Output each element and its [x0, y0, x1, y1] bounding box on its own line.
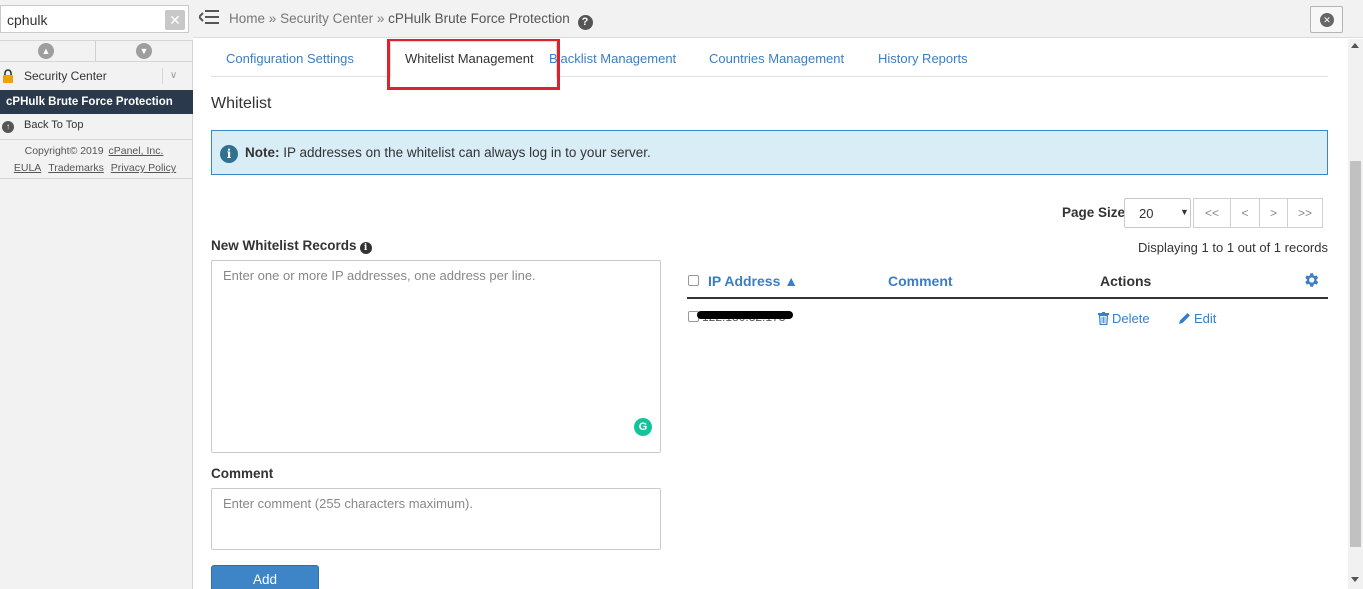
copyright: Copyright© 2019 cPanel, Inc.: [0, 145, 190, 157]
edit-label: Edit: [1194, 311, 1217, 326]
page-size-value: 20: [1139, 206, 1154, 221]
pencil-icon: [1179, 313, 1190, 324]
breadcrumb-home[interactable]: Home: [229, 11, 265, 26]
breadcrumb-separator: »: [268, 11, 277, 26]
page-size-label: Page Size: [1062, 205, 1126, 220]
tab-blacklist-management[interactable]: Blacklist Management: [549, 51, 676, 66]
table-row: 122.180.32.173 Delete Edit: [687, 301, 1328, 335]
sidebar-footer: Copyright© 2019 cPanel, Inc. EULA Tradem…: [0, 141, 193, 179]
chevron-down-icon[interactable]: ▼: [136, 43, 152, 59]
trash-icon: [1098, 312, 1109, 326]
chevron-down-icon[interactable]: ∨: [162, 68, 184, 84]
scrollbar-thumb[interactable]: [1350, 161, 1361, 547]
info-icon[interactable]: i: [359, 242, 372, 254]
privacy-policy-link[interactable]: Privacy Policy: [111, 162, 176, 174]
select-all-checkbox[interactable]: [688, 275, 699, 286]
tab-history-reports[interactable]: History Reports: [878, 51, 968, 66]
ip-address-column-header[interactable]: IP Address ▲: [708, 273, 798, 289]
page-scrollbar[interactable]: [1348, 39, 1363, 589]
grammarly-icon[interactable]: G: [634, 418, 652, 436]
footer-links: EULA Trademarks Privacy Policy: [0, 162, 190, 174]
search-input[interactable]: [0, 5, 189, 33]
page-title: Whitelist: [211, 95, 272, 112]
breadcrumb: Home » Security Center » cPHulk Brute Fo…: [229, 11, 593, 30]
top-bar: Home » Security Center » cPHulk Brute Fo…: [193, 0, 1363, 38]
comment-label: Comment: [211, 466, 274, 481]
sidebar-scroll-controls: ▲ ▼: [0, 40, 193, 62]
cpanel-link[interactable]: cPanel, Inc.: [109, 145, 164, 157]
sidebar: ✕ ▲ ▼ Security Center ∨ cPHulk Brute For…: [0, 0, 193, 589]
note-text: Note: IP addresses on the whitelist can …: [245, 145, 651, 160]
scroll-up-arrow[interactable]: [1351, 43, 1359, 48]
sidebar-search: ✕: [0, 0, 193, 40]
back-to-top-label: Back To Top: [24, 119, 84, 131]
note-message: IP addresses on the whitelist can always…: [283, 145, 651, 160]
close-icon[interactable]: ✕: [165, 10, 185, 30]
tab-configuration-settings[interactable]: Configuration Settings: [226, 51, 354, 66]
copyright-text: Copyright© 2019: [24, 145, 104, 157]
highlight-box: [387, 39, 560, 90]
sidebar-item-security-center[interactable]: Security Center ∨: [0, 63, 193, 89]
arrow-up-icon: ↑: [2, 121, 14, 133]
breadcrumb-current: cPHulk Brute Force Protection: [388, 11, 570, 26]
delete-label: Delete: [1112, 311, 1150, 326]
page-size-select[interactable]: 20 ▼: [1124, 198, 1191, 228]
comment-textarea[interactable]: [211, 488, 661, 550]
main-content: Configuration Settings Whitelist Managem…: [193, 39, 1348, 589]
close-icon: ✕: [1320, 13, 1334, 27]
add-button[interactable]: Add: [211, 565, 319, 589]
records-count: Displaying 1 to 1 out of 1 records: [1137, 240, 1328, 255]
edit-link[interactable]: Edit: [1178, 311, 1216, 326]
close-button[interactable]: ✕: [1310, 6, 1343, 33]
sidebar-item-cphulk[interactable]: cPHulk Brute Force Protection: [0, 90, 193, 114]
lock-icon: [3, 69, 13, 83]
prev-page-button[interactable]: <: [1230, 198, 1260, 228]
help-icon[interactable]: ?: [577, 15, 593, 30]
back-to-top[interactable]: ↑ Back To Top: [0, 114, 193, 140]
new-records-label-text: New Whitelist Records: [211, 238, 357, 253]
last-page-button[interactable]: >>: [1287, 198, 1323, 228]
actions-column-header: Actions: [1100, 273, 1152, 289]
eula-link[interactable]: EULA: [14, 162, 41, 174]
note-label: Note:: [245, 145, 280, 160]
table-header: IP Address ▲ Comment Actions: [687, 267, 1328, 299]
breadcrumb-security-center[interactable]: Security Center: [280, 11, 373, 26]
sidebar-item-label: Security Center: [24, 69, 107, 83]
trademarks-link[interactable]: Trademarks: [48, 162, 104, 174]
comment-column-header[interactable]: Comment: [888, 273, 953, 289]
caret-down-icon: ▼: [1180, 207, 1189, 217]
gear-icon[interactable]: [1302, 271, 1320, 289]
delete-link[interactable]: Delete: [1098, 311, 1150, 326]
collapse-menu-icon[interactable]: [199, 9, 219, 25]
tab-countries-management[interactable]: Countries Management: [709, 51, 844, 66]
scroll-down-arrow[interactable]: [1351, 577, 1359, 582]
divider: [95, 41, 96, 61]
redaction-mark: [697, 311, 793, 319]
next-page-button[interactable]: >: [1259, 198, 1288, 228]
first-page-button[interactable]: <<: [1193, 198, 1231, 228]
chevron-up-icon[interactable]: ▲: [38, 43, 54, 59]
new-records-label: New Whitelist Records i: [211, 238, 372, 254]
breadcrumb-separator: »: [376, 11, 385, 26]
info-icon: i: [220, 145, 238, 163]
new-records-textarea[interactable]: [211, 260, 661, 453]
note-banner: i Note: IP addresses on the whitelist ca…: [211, 130, 1328, 175]
pager: << < > >>: [1193, 198, 1323, 228]
tab-bar: Configuration Settings Whitelist Managem…: [211, 39, 1328, 90]
